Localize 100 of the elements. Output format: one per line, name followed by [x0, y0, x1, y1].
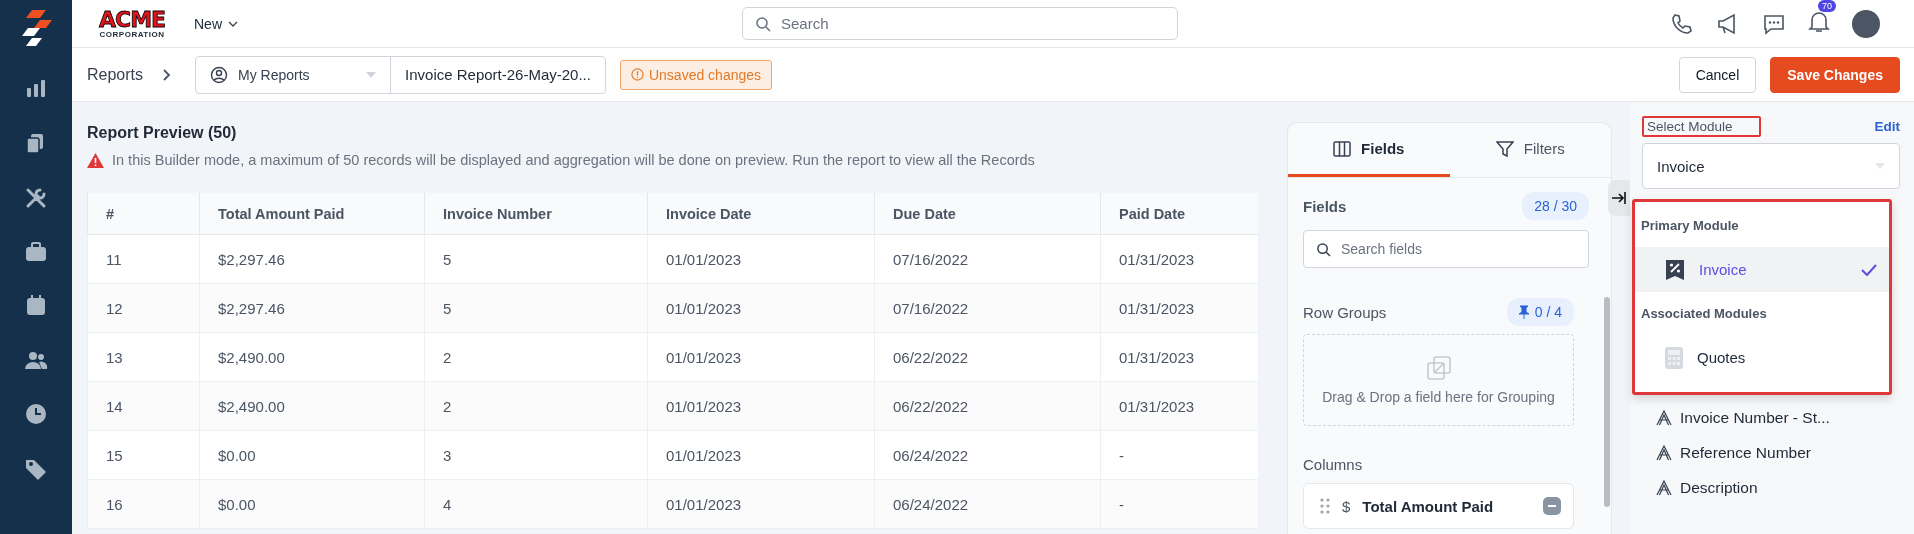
table-cell: 06/24/2022	[874, 480, 1100, 529]
table-cell: -	[1100, 480, 1258, 529]
table-cell: 01/01/2023	[647, 235, 874, 284]
notification-badge: 70	[1818, 0, 1836, 12]
column-header[interactable]: Invoice Number	[424, 193, 647, 235]
row-groups-count: 0 / 4	[1506, 298, 1574, 326]
table-cell: 01/31/2023	[1100, 235, 1258, 284]
column-item[interactable]: Total Amount Paid	[1362, 497, 1494, 515]
table-cell: 13	[87, 333, 199, 382]
chevron-right-icon	[163, 68, 172, 81]
table-cell: 5	[424, 284, 647, 333]
table-cell: 01/01/2023	[647, 382, 874, 431]
column-header[interactable]: Invoice Date	[647, 193, 874, 235]
receipt-icon	[1665, 258, 1685, 281]
check-icon	[1861, 263, 1877, 276]
text-field-icon	[1656, 410, 1672, 426]
drag-handle-icon[interactable]	[1320, 498, 1330, 514]
select-module-label: Select Module	[1642, 116, 1761, 137]
chevron-down-icon	[228, 20, 238, 27]
table-cell: 14	[87, 382, 199, 431]
scrollbar[interactable]	[1604, 297, 1610, 507]
text-field-icon	[1656, 445, 1672, 461]
search-icon	[755, 15, 771, 32]
fields-count: 28 / 30	[1522, 192, 1589, 220]
preview-title: Report Preview (50)	[87, 124, 238, 142]
section-heading: Row Groups	[1303, 303, 1387, 321]
calculator-icon	[1665, 346, 1683, 369]
currency-symbol: $	[1342, 497, 1351, 515]
group-drop-zone[interactable]: Drag & Drop a field here for Grouping	[1303, 334, 1574, 426]
unsaved-changes-badge: Unsaved changes	[619, 59, 773, 90]
edit-link[interactable]: Edit	[1874, 119, 1900, 134]
column-header[interactable]: #	[87, 193, 199, 235]
table-cell: $2,490.00	[199, 333, 424, 382]
bell-icon[interactable]	[1808, 9, 1830, 34]
table-cell: 3	[424, 431, 647, 480]
table-cell: 01/01/2023	[647, 284, 874, 333]
table-cell: 16	[87, 480, 199, 529]
search-icon	[1316, 241, 1331, 257]
warning-icon	[87, 152, 104, 168]
table-cell: 01/01/2023	[647, 333, 874, 382]
search-fields-input[interactable]: Search fields	[1303, 230, 1589, 268]
column-header[interactable]: Due Date	[874, 193, 1100, 235]
table-cell: $2,297.46	[199, 284, 424, 333]
table-cell: 01/31/2023	[1100, 284, 1258, 333]
table-cell: $2,297.46	[199, 235, 424, 284]
table-cell: 06/22/2022	[874, 333, 1100, 382]
save-button[interactable]: Save Changes	[1770, 56, 1900, 93]
menu-group-heading: Primary Module	[1640, 217, 1740, 235]
field-item[interactable]: Description	[1680, 479, 1758, 497]
table-cell: 01/01/2023	[647, 431, 874, 480]
table-cell: 06/22/2022	[874, 382, 1100, 431]
section-heading: Fields	[1303, 197, 1347, 215]
table-cell: $0.00	[199, 480, 424, 529]
filter-icon	[1495, 139, 1514, 158]
panel-tab[interactable]: Filters	[1449, 123, 1611, 177]
table-cell: -	[1100, 431, 1258, 480]
column-header[interactable]: Total Amount Paid	[199, 193, 424, 235]
collapse-panel-icon[interactable]	[1608, 180, 1630, 216]
tools-icon[interactable]	[24, 186, 48, 210]
breadcrumb-link[interactable]: Reports	[87, 65, 144, 84]
company-logo[interactable]: ACME CORPORATION	[92, 8, 172, 39]
copy-icon	[1425, 355, 1452, 381]
menu-group-heading: Associated Modules	[1640, 305, 1768, 323]
module-dropdown[interactable]: Invoice	[1642, 143, 1900, 189]
pin-icon	[1518, 305, 1529, 319]
table-cell: 4	[424, 480, 647, 529]
menu-item[interactable]: Invoice	[1635, 247, 1889, 292]
clock-icon[interactable]	[24, 402, 48, 426]
remove-icon[interactable]	[1543, 497, 1561, 515]
table-cell: 06/24/2022	[874, 431, 1100, 480]
field-item[interactable]: Invoice Number - St...	[1680, 409, 1830, 427]
table-cell: 07/16/2022	[874, 284, 1100, 333]
table-cell: 01/31/2023	[1100, 333, 1258, 382]
column-header[interactable]: Paid Date	[1100, 193, 1258, 235]
table-cell: 2	[424, 382, 647, 431]
calendar-icon[interactable]	[24, 294, 48, 318]
cancel-button[interactable]: Cancel	[1678, 56, 1757, 93]
user-avatar[interactable]	[1852, 9, 1880, 38]
search-field[interactable]: Search	[742, 7, 1178, 40]
table-cell: 11	[87, 235, 199, 284]
table-cell: $2,490.00	[199, 382, 424, 431]
briefcase-icon[interactable]	[24, 240, 48, 264]
table-cell: 01/01/2023	[647, 480, 874, 529]
columns-icon	[1333, 139, 1352, 158]
table-cell: 07/16/2022	[874, 235, 1100, 284]
table-cell: 5	[424, 235, 647, 284]
panel-tab[interactable]: Fields	[1288, 123, 1450, 177]
text-field-icon	[1656, 480, 1672, 496]
table-cell: 2	[424, 333, 647, 382]
warning-message: In this Builder mode, a maximum of 50 records will be displayed and aggregation will be done on preview. Run the report to view all the Records	[112, 152, 1035, 168]
table-cell: 12	[87, 284, 199, 333]
phone-icon[interactable]	[1670, 11, 1694, 36]
table-cell: 01/31/2023	[1100, 382, 1258, 431]
field-item[interactable]: Reference Number	[1680, 444, 1811, 462]
section-heading: Columns	[1303, 456, 1363, 473]
table-cell: 15	[87, 431, 199, 480]
menu-item[interactable]: Quotes	[1635, 335, 1889, 380]
new-menu[interactable]: New	[190, 11, 242, 36]
table-cell: $0.00	[199, 431, 424, 480]
caret-icon	[1875, 163, 1885, 169]
